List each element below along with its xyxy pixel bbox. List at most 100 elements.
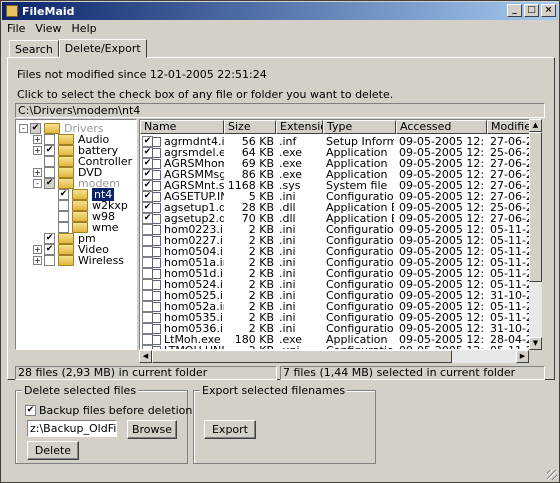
file-ext-cell: .ini — [279, 246, 296, 257]
backup-path-input[interactable]: z:\Backup_OldFiles — [27, 420, 117, 437]
expand-icon[interactable]: + — [33, 256, 42, 265]
file-icon — [152, 258, 161, 268]
delete-button[interactable]: Delete — [27, 441, 79, 460]
file-row[interactable]: ✔AGSETUP.INI5 KB.iniConfiguration S...09… — [140, 191, 541, 202]
file-accessed-cell: 09-05-2005 12:56:59 — [399, 224, 485, 235]
folder-icon — [58, 167, 74, 178]
file-type-cell: Configuration S... — [326, 246, 394, 257]
file-accessed-cell: 09-05-2005 12:56:05 — [399, 191, 485, 202]
name-column-header[interactable]: Name — [140, 120, 224, 134]
file-size-cell: 70 KB — [241, 213, 274, 224]
file-row[interactable]: ✔AGRSMMsg...86 KB.exeApplication09-05-20… — [140, 169, 541, 180]
file-type-cell: Configuration S... — [326, 301, 394, 312]
tree-item-w2kxp[interactable]: w2kxp — [47, 199, 128, 212]
file-ext-cell: .exe — [279, 334, 303, 345]
expand-icon[interactable]: + — [33, 245, 42, 254]
file-size-cell: 2 KB — [248, 279, 274, 290]
file-row[interactable]: ✔agsetup2.dll70 KB.dllApplication Ext...… — [140, 213, 541, 224]
tree-checkbox[interactable] — [58, 222, 69, 233]
file-row[interactable]: hom0504.ini 2 KB .ini Configuration S... 09-… — [140, 246, 541, 257]
file-type-cell: Application — [326, 158, 388, 169]
file-icon — [152, 324, 161, 334]
tree-checkbox[interactable]: ✔ — [58, 189, 69, 200]
tree-checkbox[interactable]: ✔ — [44, 233, 55, 244]
file-name-cell: hom0227.ini — [164, 235, 224, 246]
file-name-cell: AGSETUP.INI — [164, 191, 224, 202]
menu-help[interactable]: Help — [67, 22, 102, 35]
tree-checkbox[interactable] — [58, 200, 69, 211]
scroll-up-icon[interactable]: ▲ — [529, 119, 542, 132]
scroll-left-icon[interactable]: ◀ — [139, 350, 152, 363]
file-name-cell: AGRSMnt.sys — [164, 180, 224, 191]
file-size-cell: 2 KB — [248, 323, 274, 334]
tab-delete-export[interactable]: Delete/Export — [58, 39, 147, 58]
tab-search[interactable]: Search — [9, 40, 59, 57]
file-list-vertical-scrollbar[interactable]: ▲ ▼ — [529, 119, 542, 350]
size-column-header[interactable]: Size — [224, 120, 276, 134]
file-row[interactable]: LtMoh.exe 180 KB .exe Application 09-05-2005… — [140, 334, 541, 345]
maximize-button[interactable]: □ — [524, 4, 539, 17]
file-row[interactable]: hom052a.ini 2 KB .ini Configuration S... 09-… — [140, 301, 541, 312]
file-list[interactable]: NameSizeExtensionTypeAccessedModified✔ag… — [139, 119, 542, 350]
file-accessed-cell: 09-05-2005 12:56:05 — [399, 180, 485, 191]
browse-button[interactable]: Browse — [127, 420, 177, 439]
file-list-horizontal-scrollbar[interactable]: ◀ ▶ — [139, 350, 529, 363]
file-row[interactable]: ✔AGRSMnt.sys1168 KB.sysSystem file09-05-… — [140, 180, 541, 191]
backup-option[interactable]: ✔ Backup files before deletion — [25, 404, 192, 417]
folder-tree[interactable]: - ✔ Drivers + Audio + ✔ battery Controller + DVD - ✔… — [15, 119, 137, 350]
scroll-right-icon[interactable]: ▶ — [516, 350, 529, 363]
tree-checkbox[interactable]: ✔ — [30, 123, 41, 134]
expand-icon[interactable]: + — [33, 135, 42, 144]
file-size-cell: 2 KB — [248, 246, 274, 257]
tree-checkbox[interactable] — [58, 211, 69, 222]
file-row[interactable]: ✔agsetup1.dll28 KB.dllApplication Ext...… — [140, 202, 541, 213]
expand-icon[interactable]: + — [33, 146, 42, 155]
file-row[interactable]: ✔AGRSMhom...69 KB.exeApplication09-05-20… — [140, 158, 541, 169]
close-button[interactable]: × — [541, 4, 556, 17]
file-row[interactable]: hom0223.ini 2 KB .ini Configuration S... 09-… — [140, 224, 541, 235]
file-row[interactable]: hom0525.ini 2 KB .ini Configuration S... 09-… — [140, 290, 541, 301]
backup-checkbox[interactable]: ✔ — [25, 405, 36, 416]
accessed-column-header[interactable]: Accessed — [396, 120, 487, 134]
file-row[interactable]: ✔agrmdnt4.inf56 KB.infSetup Informati...… — [140, 136, 541, 147]
menu-view[interactable]: View — [30, 22, 66, 35]
file-name-cell: hom0223.ini — [164, 224, 224, 235]
tree-checkbox[interactable] — [44, 167, 55, 178]
tree-checkbox[interactable] — [44, 255, 55, 266]
file-icon — [152, 192, 161, 202]
file-row[interactable]: hom051d.ini 2 KB .ini Configuration S... 09-… — [140, 268, 541, 279]
file-icon — [152, 313, 161, 323]
tree-checkbox[interactable]: ✔ — [44, 178, 55, 189]
file-ext-cell: .dll — [279, 213, 296, 224]
scroll-down-icon[interactable]: ▼ — [529, 337, 542, 350]
file-row[interactable]: hom0524.ini 2 KB .ini Configuration S... 09-… — [140, 279, 541, 290]
minimize-button[interactable]: _ — [507, 4, 522, 17]
collapse-icon[interactable]: - — [19, 124, 28, 133]
menu-file[interactable]: File — [2, 22, 30, 35]
tree-checkbox[interactable]: ✔ — [44, 145, 55, 156]
file-row[interactable]: hom0227.ini 2 KB .ini Configuration S... 09-… — [140, 235, 541, 246]
scroll-thumb[interactable] — [529, 132, 542, 282]
file-name-cell: hom051a.ini — [164, 257, 224, 268]
tree-checkbox[interactable]: ✔ — [44, 244, 55, 255]
file-size-cell: 2 KB — [248, 301, 274, 312]
file-size-cell: 64 KB — [241, 147, 274, 158]
folder-icon — [58, 134, 74, 145]
tree-checkbox[interactable] — [44, 134, 55, 145]
tree-checkbox[interactable] — [44, 156, 55, 167]
file-row[interactable]: hom051a.ini 2 KB .ini Configuration S... 09-… — [140, 257, 541, 268]
expand-icon[interactable]: + — [33, 168, 42, 177]
file-row[interactable]: ✔agrsmdel.exe64 KB.exeApplication09-05-2… — [140, 147, 541, 158]
folder-icon — [58, 178, 74, 189]
resize-grip-icon[interactable] — [547, 470, 557, 480]
type-column-header[interactable]: Type — [323, 120, 396, 134]
file-row[interactable]: hom0536.ini 2 KB .ini Configuration S... 09-… — [140, 323, 541, 334]
file-row[interactable]: hom0535.ini 2 KB .ini Configuration S... 09-… — [140, 312, 541, 323]
file-ext-cell: .ini — [279, 268, 296, 279]
tree-item-wireless[interactable]: + Wireless — [33, 254, 124, 267]
collapse-icon[interactable]: - — [33, 179, 42, 188]
export-button[interactable]: Export — [204, 420, 256, 439]
extension-column-header[interactable]: Extension — [276, 120, 323, 134]
file-type-cell: Application — [326, 169, 388, 180]
hscroll-thumb[interactable] — [152, 350, 452, 363]
